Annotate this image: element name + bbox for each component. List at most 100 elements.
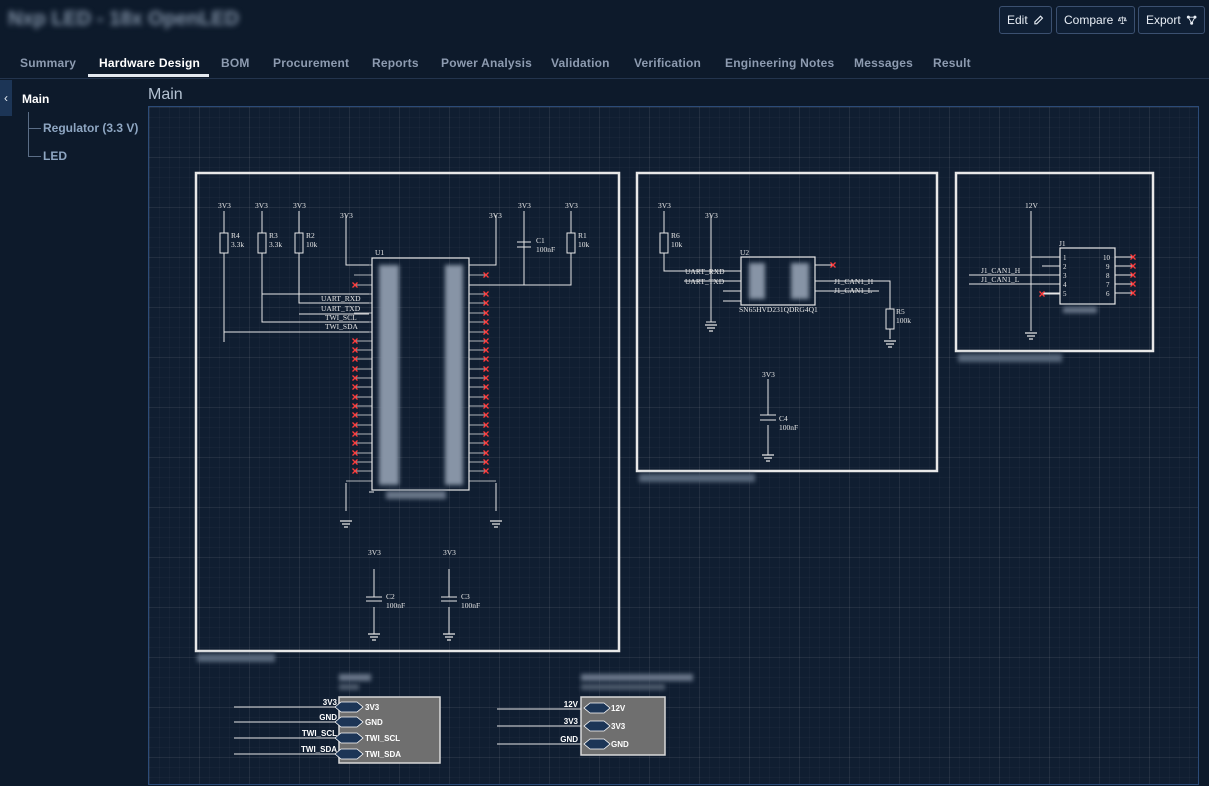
value-r5: 100k — [896, 316, 911, 325]
sheet-label-blurred — [639, 474, 755, 482]
sheet-title: Main — [148, 86, 183, 103]
svg-text:8: 8 — [1106, 272, 1110, 280]
net-uart-txd: UART_TXD — [685, 277, 725, 286]
net-twi-sda: TWI_SDA — [325, 322, 358, 331]
ref-c2: C2 — [386, 592, 395, 601]
tree-root-main[interactable]: Main — [22, 92, 49, 106]
block-pin-12v: 12V — [611, 704, 626, 713]
net-label-3v3: 3V3 — [658, 201, 671, 210]
resistor-r3[interactable] — [257, 232, 267, 254]
ref-r2: R2 — [306, 231, 315, 240]
net-label-12v: 12V — [1025, 201, 1039, 210]
value-r1: 10k — [578, 240, 590, 249]
net-label-3v3: 3V3 — [293, 201, 306, 210]
tab-messages[interactable]: Messages — [854, 56, 913, 70]
active-tab-indicator — [88, 74, 209, 77]
tree-item-led[interactable]: LED — [43, 149, 67, 163]
tab-result[interactable]: Result — [933, 56, 971, 70]
net-label-3v3: 3V3 — [565, 201, 578, 210]
net-label-3v3: 3V3 — [218, 201, 231, 210]
tree-connector — [28, 112, 41, 129]
tab-procurement[interactable]: Procurement — [273, 56, 349, 70]
edit-button-label: Edit — [1007, 13, 1028, 27]
tab-verification[interactable]: Verification — [634, 56, 701, 70]
edit-button[interactable]: Edit — [999, 6, 1052, 34]
chevron-left-icon: ‹ — [4, 91, 8, 105]
value-c4: 100nF — [779, 423, 798, 432]
can-sheet[interactable]: 3V3 3V3 3V3 R6 10k R5 100k C4 100nF U2 S… — [635, 171, 939, 482]
net-twi-scl: TWI_SCL — [325, 313, 357, 322]
mcu-sheet[interactable]: 3V3 3V3 3V3 3V3 3V3 3V3 3V3 3V3 3V3 R4 3… — [194, 171, 621, 662]
net-label-12v: 12V — [564, 700, 579, 709]
ref-j1: J1 — [1059, 239, 1066, 248]
net-label-twi-sda: TWI_SDA — [301, 745, 337, 754]
net-label-3v3: 3V3 — [705, 211, 718, 220]
resistor-r5[interactable] — [885, 308, 895, 330]
tab-validation[interactable]: Validation — [551, 56, 610, 70]
resistor-r1[interactable] — [566, 232, 576, 254]
tree-connector — [28, 128, 41, 157]
tab-bom[interactable]: BOM — [221, 56, 250, 70]
ref-r6: R6 — [671, 231, 680, 240]
hier-block-regulator[interactable]: 12V 3V3 GND 12V 3V3 GND — [497, 674, 693, 756]
ref-u2: U2 — [740, 248, 749, 257]
top-bar: Nxp LED - 18x OpenLED Edit Compare Expor… — [0, 0, 1209, 44]
resistor-r2[interactable] — [294, 232, 304, 254]
tab-engineering-notes[interactable]: Engineering Notes — [725, 56, 834, 70]
resistor-r6[interactable] — [659, 232, 669, 254]
tab-power-analysis[interactable]: Power Analysis — [441, 56, 532, 70]
sheet-label-blurred — [958, 354, 1062, 362]
svg-text:1: 1 — [1063, 254, 1067, 262]
net-label-3v3: 3V3 — [443, 548, 456, 557]
sheet-label-blurred — [197, 654, 275, 662]
net-j1-can1-l: J1_CAN1_L — [834, 286, 873, 295]
block-pin-twi-sda: TWI_SDA — [365, 750, 401, 759]
no-connect-markers — [351, 271, 490, 475]
ref-c4: C4 — [779, 414, 788, 423]
hier-block-led[interactable]: 3V3 GND TWI_SCL TWI_SDA 3V3 GND TWI_SCL … — [234, 674, 441, 764]
svg-text:7: 7 — [1106, 281, 1110, 289]
block-pin-gnd: GND — [611, 740, 629, 749]
collapse-sidebar-button[interactable]: ‹ — [0, 80, 12, 116]
ref-c3: C3 — [461, 592, 470, 601]
export-button[interactable]: Export — [1138, 6, 1205, 34]
block-pin-3v3: 3V3 — [365, 703, 380, 712]
net-label-3v3: 3V3 — [489, 211, 502, 220]
schematic-canvas[interactable]: 3V3 3V3 3V3 3V3 3V3 3V3 3V3 3V3 3V3 R4 3… — [148, 106, 1199, 785]
value-c3: 100nF — [461, 601, 480, 610]
connector-sheet[interactable]: 12345 109876 12V J1 J1_CAN1_H J1_CAN1_L — [954, 171, 1155, 362]
value-c1: 100nF — [536, 245, 555, 254]
value-r2: 10k — [306, 240, 318, 249]
svg-text:4: 4 — [1063, 281, 1067, 289]
value-c2: 100nF — [386, 601, 405, 610]
svg-text:6: 6 — [1106, 290, 1110, 298]
value-r6: 10k — [671, 240, 683, 249]
export-button-label: Export — [1146, 13, 1181, 27]
tree-item-regulator[interactable]: Regulator (3.3 V) — [43, 121, 138, 135]
svg-text:2: 2 — [1063, 263, 1067, 271]
resistor-r4[interactable] — [219, 232, 229, 254]
value-r3: 3.3k — [269, 240, 282, 249]
net-uart-rxd: UART_RXD — [321, 294, 361, 303]
net-label-3v3: 3V3 — [564, 717, 579, 726]
net-label-3v3: 3V3 — [255, 201, 268, 210]
ref-u1: U1 — [375, 248, 384, 257]
compare-button[interactable]: Compare — [1056, 6, 1135, 34]
ref-r4: R4 — [231, 231, 240, 240]
ref-c1: C1 — [536, 236, 545, 245]
svg-text:5: 5 — [1063, 290, 1067, 298]
tab-hardware-design[interactable]: Hardware Design — [99, 56, 200, 70]
svg-text:9: 9 — [1106, 263, 1110, 271]
net-label-3v3: 3V3 — [368, 548, 381, 557]
net-label-twi-scl: TWI_SCL — [302, 729, 337, 738]
ref-r5: R5 — [896, 307, 905, 316]
net-j1-can1-l: J1_CAN1_L — [981, 275, 1020, 284]
tab-summary[interactable]: Summary — [20, 56, 76, 70]
part-u2: SN65HVD231QDRG4Q1 — [739, 305, 818, 314]
scale-icon — [1118, 16, 1127, 24]
tab-reports[interactable]: Reports — [372, 56, 419, 70]
compare-button-label: Compare — [1064, 13, 1114, 27]
net-j1-can1-h: J1_CAN1_H — [834, 277, 874, 286]
block-pin-3v3: 3V3 — [611, 722, 626, 731]
value-r4: 3.3k — [231, 240, 244, 249]
